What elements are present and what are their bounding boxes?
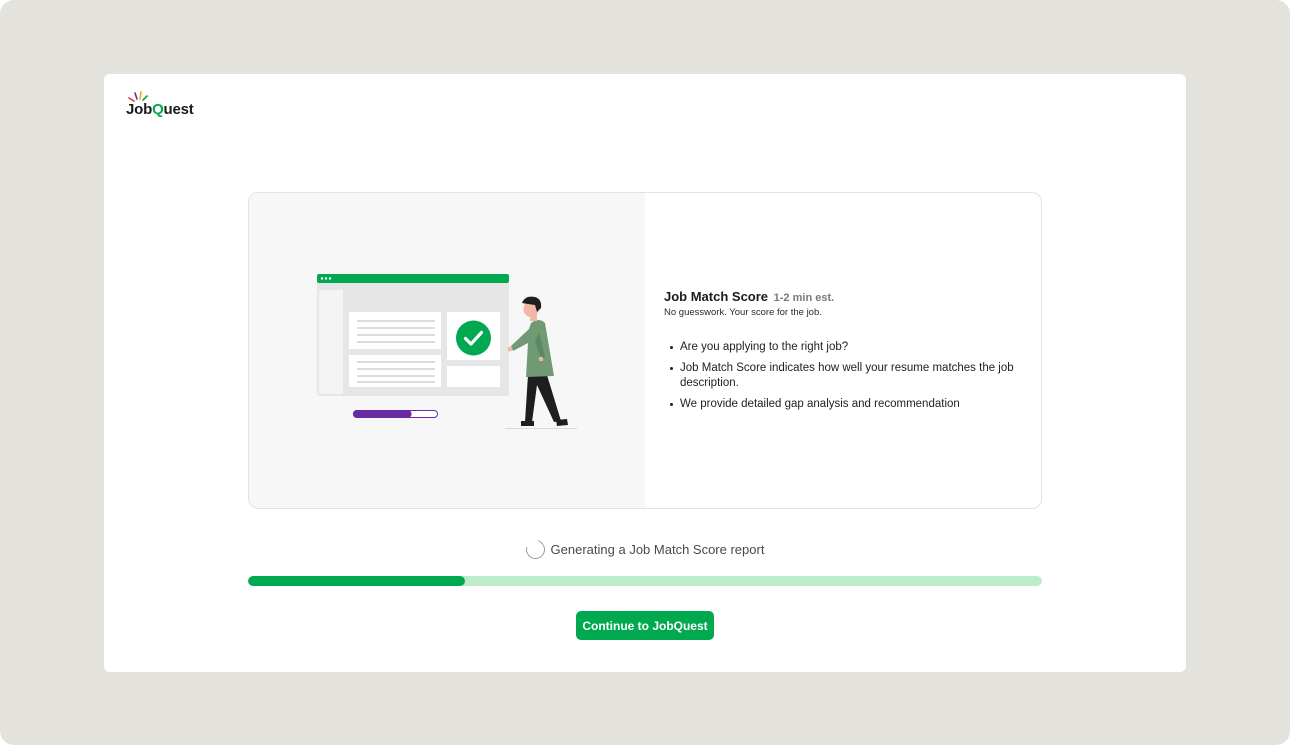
feature-list: Are you applying to the right job? Job M…: [664, 340, 1014, 412]
time-estimate: 1-2 min est.: [773, 292, 835, 304]
spinner-icon: [522, 536, 549, 563]
checkmark-icon: [456, 320, 491, 356]
feature-item: Are you applying to the right job?: [664, 340, 1014, 355]
status-row: Generating a Job Match Score report: [104, 536, 1186, 563]
logo-wordmark: JobQuest: [126, 101, 194, 118]
job-match-card: Job Match Score 1-2 min est. No guesswor…: [248, 192, 1042, 509]
card-subtitle: No guesswork. Your score for the job.: [664, 307, 822, 318]
jobquest-logo[interactable]: JobQuest: [126, 90, 194, 118]
card-title: Job Match Score: [664, 289, 769, 304]
illustration-panel: [249, 193, 645, 508]
card-details: Job Match Score 1-2 min est. No guesswor…: [664, 289, 1014, 418]
job-match-illustration: [317, 274, 577, 429]
continue-button[interactable]: Continue to JobQuest: [576, 611, 714, 640]
report-progress-fill: [248, 576, 465, 586]
card-title-row: Job Match Score 1-2 min est.: [664, 289, 1014, 304]
feature-item: We provide detailed gap analysis and rec…: [664, 397, 1014, 412]
illustration-progress-bar: [353, 410, 438, 418]
feature-item: Job Match Score indicates how well your …: [664, 361, 1014, 391]
main-window: JobQuest Job Match Score 1-2 min est. No…: [104, 74, 1186, 672]
report-progress-bar: [248, 576, 1042, 586]
person-figure: [505, 296, 577, 429]
status-text: Generating a Job Match Score report: [550, 542, 765, 557]
